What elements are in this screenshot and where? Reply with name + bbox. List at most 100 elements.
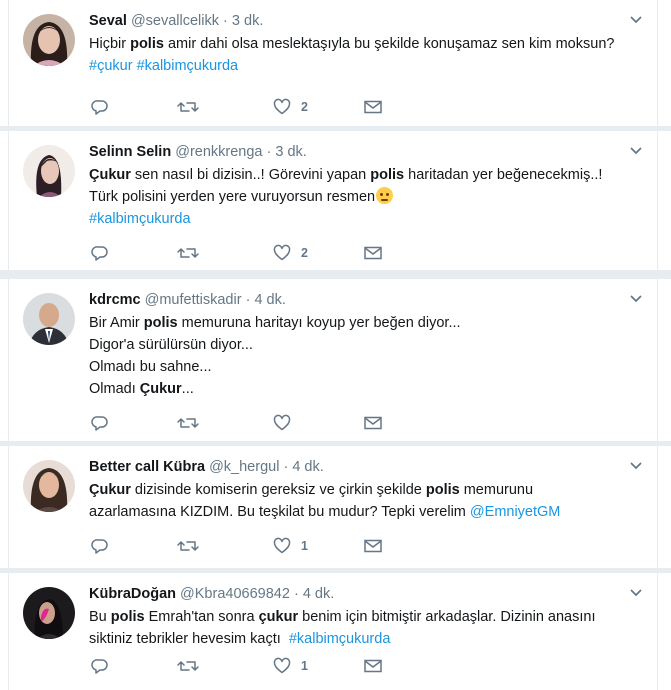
retweet-button[interactable]: [177, 243, 199, 263]
keyword-highlight: Çukur: [89, 482, 131, 498]
tweet-text: Bir Amir polis memuruna haritayı koyup y…: [89, 312, 639, 400]
tweet-card[interactable]: Better call Kübra @k_hergul · 4 dk. Çuku…: [8, 446, 658, 568]
text-segment: azarlamasına KIZDIM. Bu teşkilat bu mudu…: [89, 504, 470, 520]
separator-dot: ·: [266, 144, 272, 160]
reply-button[interactable]: [91, 536, 109, 556]
tweet-actions: 2: [91, 243, 411, 263]
direct-message-button[interactable]: [363, 243, 383, 263]
author-name[interactable]: Better call Kübra: [89, 459, 205, 475]
mention-link[interactable]: @EmniyetGM: [470, 504, 560, 520]
timestamp[interactable]: 3 dk.: [232, 13, 263, 29]
timestamp[interactable]: 4 dk.: [254, 292, 285, 308]
timestamp[interactable]: 3 dk.: [275, 144, 306, 160]
author-handle[interactable]: @mufettiskadir: [145, 292, 242, 308]
tweet-header: Better call Kübra @k_hergul · 4 dk.: [89, 458, 617, 477]
retweet-icon: [177, 541, 199, 551]
text-segment: Bir Amir: [89, 315, 144, 331]
reply-button[interactable]: [91, 413, 109, 433]
like-button[interactable]: [273, 413, 301, 433]
text-line: Olmadı bu sahne...: [89, 359, 212, 375]
reply-icon: [91, 246, 108, 261]
text-segment: memuruna haritayı koyup yer beğen diyor.…: [177, 315, 461, 331]
tweet-card[interactable]: kdrcmc @mufettiskadir · 4 dk. Bir Amir p…: [8, 279, 658, 441]
avatar[interactable]: [23, 14, 75, 66]
like-count: 1: [301, 539, 308, 553]
envelope-icon: [364, 100, 382, 114]
tweet-header: KübraDoğan @Kbra40669842 · 4 dk.: [89, 585, 617, 604]
tweet-actions: [91, 413, 411, 433]
keyword-highlight: polis: [370, 167, 405, 183]
retweet-button[interactable]: [177, 413, 199, 433]
reply-button[interactable]: [91, 97, 109, 117]
hashtag-link[interactable]: #kalbimçukurda: [89, 211, 191, 227]
chevron-down-icon[interactable]: [629, 14, 643, 26]
reply-icon: [91, 100, 108, 115]
author-name[interactable]: KübraDoğan: [89, 586, 176, 602]
text-segment: amir dahi olsa meslektaşıyla bu şekilde …: [163, 36, 615, 52]
envelope-icon: [364, 659, 382, 673]
direct-message-button[interactable]: [363, 656, 383, 676]
author-name[interactable]: Selinn Selin: [89, 144, 171, 160]
like-button[interactable]: 2: [273, 243, 308, 263]
direct-message-button[interactable]: [363, 413, 383, 433]
hashtag-link[interactable]: #kalbimçukurda: [289, 631, 391, 647]
retweet-button[interactable]: [177, 97, 199, 117]
text-segment: Olmadı: [89, 381, 140, 397]
timestamp[interactable]: 4 dk.: [303, 586, 334, 602]
author-handle[interactable]: @renkkrenga: [175, 144, 262, 160]
retweet-button[interactable]: [177, 656, 199, 676]
tweet-actions: 2: [91, 97, 411, 117]
author-name[interactable]: Seval: [89, 13, 127, 29]
hashtag-link[interactable]: #çukur: [89, 58, 133, 74]
reply-button[interactable]: [91, 656, 109, 676]
author-handle[interactable]: @k_hergul: [209, 459, 279, 475]
chevron-down-icon[interactable]: [629, 587, 643, 599]
chevron-down-icon[interactable]: [629, 460, 643, 472]
reply-icon: [91, 416, 108, 431]
tweet-divider: [0, 270, 671, 279]
direct-message-button[interactable]: [363, 97, 383, 117]
retweet-icon: [177, 248, 199, 258]
keyword-highlight: Çukur: [89, 167, 131, 183]
heart-icon: [273, 98, 291, 115]
text-segment: ...: [181, 381, 194, 397]
like-button[interactable]: 1: [273, 536, 308, 556]
avatar[interactable]: [23, 145, 75, 197]
direct-message-button[interactable]: [363, 536, 383, 556]
heart-icon: [273, 414, 291, 431]
reply-icon: [91, 539, 108, 554]
hashtag-link[interactable]: #kalbimçukurda: [137, 58, 239, 74]
chevron-down-icon[interactable]: [629, 145, 643, 157]
heart-icon: [273, 244, 291, 261]
like-button[interactable]: 1: [273, 656, 308, 676]
tweet-card[interactable]: Selinn Selin @renkkrenga · 3 dk. Çukur s…: [8, 131, 658, 270]
reply-button[interactable]: [91, 243, 109, 263]
tweet-text: Hiçbir polis amir dahi olsa meslektaşıyl…: [89, 33, 639, 77]
author-handle[interactable]: @Kbra40669842: [180, 586, 290, 602]
tweet-card[interactable]: Seval @sevallcelikk · 3 dk. Hiçbir polis…: [8, 0, 658, 126]
retweet-button[interactable]: [177, 536, 199, 556]
tweet-text: Çukur dizisinde komiserin gereksiz ve çi…: [89, 479, 639, 523]
author-handle[interactable]: @sevallcelikk: [131, 13, 219, 29]
retweet-icon: [177, 102, 199, 112]
avatar[interactable]: [23, 587, 75, 639]
retweet-icon: [177, 661, 199, 671]
chevron-down-icon[interactable]: [629, 293, 643, 305]
like-count: 2: [301, 246, 308, 260]
text-segment: Emrah'tan sonra: [144, 609, 259, 625]
tweet-actions: 1: [91, 536, 411, 556]
reply-icon: [91, 659, 108, 674]
tweet-text: Çukur sen nasıl bi dizisin..! Görevini y…: [89, 164, 639, 230]
author-name[interactable]: kdrcmc: [89, 292, 141, 308]
avatar[interactable]: [23, 293, 75, 345]
like-button[interactable]: 2: [273, 97, 308, 117]
text-segment: memurunu: [459, 482, 534, 498]
avatar[interactable]: [23, 460, 75, 512]
text-segment: Bu: [89, 609, 111, 625]
tweet-card[interactable]: KübraDoğan @Kbra40669842 · 4 dk. Bu poli…: [8, 573, 658, 690]
keyword-highlight: polis: [425, 482, 460, 498]
envelope-icon: [364, 246, 382, 260]
tweet-header: Selinn Selin @renkkrenga · 3 dk.: [89, 143, 617, 162]
separator-dot: ·: [283, 459, 289, 475]
timestamp[interactable]: 4 dk.: [292, 459, 323, 475]
